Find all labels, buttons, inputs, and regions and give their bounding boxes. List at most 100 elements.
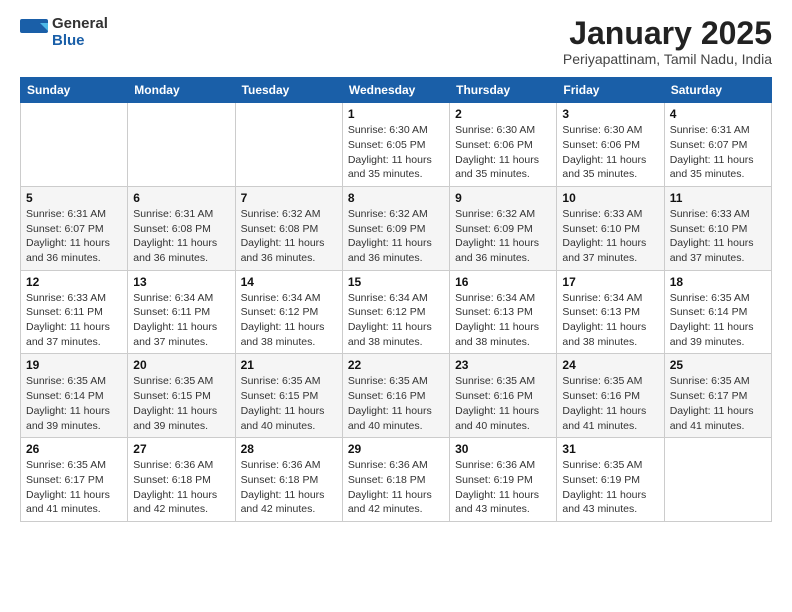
day-info: Sunrise: 6:36 AM Sunset: 6:18 PM Dayligh… (133, 458, 229, 517)
calendar-cell: 14Sunrise: 6:34 AM Sunset: 6:12 PM Dayli… (235, 270, 342, 354)
day-info: Sunrise: 6:35 AM Sunset: 6:15 PM Dayligh… (241, 374, 337, 433)
day-number: 14 (241, 275, 337, 289)
week-row-4: 26 Sunrise: 6:35 AM Sunset: 6:17 PM Dayli… (21, 438, 772, 522)
day-number: 1 (348, 107, 444, 121)
calendar-table: SundayMondayTuesdayWednesdayThursdayFrid… (20, 77, 772, 522)
calendar-cell: 23 Sunrise: 6:35 AM Sunset: 6:16 PM Dayli… (450, 354, 557, 438)
calendar-cell: 13 Sunrise: 6:34 AM Sunset: 6:11 PM Dayli… (128, 270, 235, 354)
day-info: Sunrise: 6:35 AM Sunset: 6:16 PM Dayligh… (455, 374, 551, 433)
day-info: Sunrise: 6:32 AM Sunset: 6:09 PM Dayligh… (348, 207, 444, 266)
calendar-cell: 31 Sunrise: 6:35 AM Sunset: 6:19 PM Dayli… (557, 438, 664, 522)
day-info: Sunrise: 6:36 AM Sunset: 6:18 PM Dayligh… (241, 458, 337, 517)
day-info: Sunrise: 6:32 AM Sunset: 6:09 PM Dayligh… (455, 207, 551, 266)
week-row-0: 1 Sunrise: 6:30 AM Sunset: 6:05 PM Daylig… (21, 103, 772, 187)
week-row-3: 19Sunrise: 6:35 AM Sunset: 6:14 PM Dayli… (21, 354, 772, 438)
day-number: 30 (455, 442, 551, 456)
day-info: Sunrise: 6:34 AM Sunset: 6:13 PM Dayligh… (562, 291, 658, 350)
day-number: 28 (241, 442, 337, 456)
day-info: Sunrise: 6:31 AM Sunset: 6:08 PM Dayligh… (133, 207, 229, 266)
calendar-cell: 3Sunrise: 6:30 AM Sunset: 6:06 PM Daylig… (557, 103, 664, 187)
logo-icon (20, 19, 48, 47)
calendar-cell: 1 Sunrise: 6:30 AM Sunset: 6:05 PM Daylig… (342, 103, 449, 187)
calendar-cell: 20Sunrise: 6:35 AM Sunset: 6:15 PM Dayli… (128, 354, 235, 438)
day-info: Sunrise: 6:30 AM Sunset: 6:06 PM Dayligh… (455, 123, 551, 182)
day-number: 4 (670, 107, 766, 121)
day-number: 13 (133, 275, 229, 289)
day-number: 16 (455, 275, 551, 289)
page-header: General Blue January 2025 Periyapattinam… (20, 16, 772, 67)
day-number: 27 (133, 442, 229, 456)
day-number: 8 (348, 191, 444, 205)
location-subtitle: Periyapattinam, Tamil Nadu, India (563, 51, 772, 67)
day-info: Sunrise: 6:35 AM Sunset: 6:16 PM Dayligh… (348, 374, 444, 433)
calendar-cell: 6 Sunrise: 6:31 AM Sunset: 6:08 PM Daylig… (128, 186, 235, 270)
day-number: 25 (670, 358, 766, 372)
calendar-cell: 8 Sunrise: 6:32 AM Sunset: 6:09 PM Daylig… (342, 186, 449, 270)
day-info: Sunrise: 6:35 AM Sunset: 6:14 PM Dayligh… (670, 291, 766, 350)
day-info: Sunrise: 6:33 AM Sunset: 6:11 PM Dayligh… (26, 291, 122, 350)
week-row-1: 5Sunrise: 6:31 AM Sunset: 6:07 PM Daylig… (21, 186, 772, 270)
day-number: 26 (26, 442, 122, 456)
calendar-cell: 12 Sunrise: 6:33 AM Sunset: 6:11 PM Dayli… (21, 270, 128, 354)
day-info: Sunrise: 6:30 AM Sunset: 6:05 PM Dayligh… (348, 123, 444, 182)
calendar-cell: 30 Sunrise: 6:36 AM Sunset: 6:19 PM Dayli… (450, 438, 557, 522)
day-info: Sunrise: 6:35 AM Sunset: 6:17 PM Dayligh… (670, 374, 766, 433)
day-number: 22 (348, 358, 444, 372)
calendar-cell: 16 Sunrise: 6:34 AM Sunset: 6:13 PM Dayli… (450, 270, 557, 354)
day-number: 18 (670, 275, 766, 289)
calendar-cell: 27 Sunrise: 6:36 AM Sunset: 6:18 PM Dayli… (128, 438, 235, 522)
month-title: January 2025 (563, 16, 772, 51)
header-monday: Monday (128, 78, 235, 103)
day-info: Sunrise: 6:35 AM Sunset: 6:15 PM Dayligh… (133, 374, 229, 433)
header-saturday: Saturday (664, 78, 771, 103)
header-sunday: Sunday (21, 78, 128, 103)
day-info: Sunrise: 6:33 AM Sunset: 6:10 PM Dayligh… (670, 207, 766, 266)
header-thursday: Thursday (450, 78, 557, 103)
calendar-cell (664, 438, 771, 522)
day-info: Sunrise: 6:32 AM Sunset: 6:08 PM Dayligh… (241, 207, 337, 266)
calendar-cell: 18 Sunrise: 6:35 AM Sunset: 6:14 PM Dayli… (664, 270, 771, 354)
day-number: 17 (562, 275, 658, 289)
logo: General Blue (20, 16, 108, 49)
day-number: 9 (455, 191, 551, 205)
day-info: Sunrise: 6:34 AM Sunset: 6:13 PM Dayligh… (455, 291, 551, 350)
calendar-cell: 7 Sunrise: 6:32 AM Sunset: 6:08 PM Daylig… (235, 186, 342, 270)
calendar-cell: 19Sunrise: 6:35 AM Sunset: 6:14 PM Dayli… (21, 354, 128, 438)
day-number: 23 (455, 358, 551, 372)
calendar-cell: 9 Sunrise: 6:32 AM Sunset: 6:09 PM Daylig… (450, 186, 557, 270)
header-friday: Friday (557, 78, 664, 103)
day-info: Sunrise: 6:34 AM Sunset: 6:12 PM Dayligh… (348, 291, 444, 350)
day-info: Sunrise: 6:33 AM Sunset: 6:10 PM Dayligh… (562, 207, 658, 266)
logo-blue-text: Blue (52, 33, 108, 50)
day-info: Sunrise: 6:31 AM Sunset: 6:07 PM Dayligh… (670, 123, 766, 182)
day-info: Sunrise: 6:35 AM Sunset: 6:19 PM Dayligh… (562, 458, 658, 517)
calendar-cell: 24Sunrise: 6:35 AM Sunset: 6:16 PM Dayli… (557, 354, 664, 438)
title-block: January 2025 Periyapattinam, Tamil Nadu,… (563, 16, 772, 67)
logo-general-text: General (52, 16, 108, 33)
calendar-cell: 25 Sunrise: 6:35 AM Sunset: 6:17 PM Dayli… (664, 354, 771, 438)
calendar-cell: 28 Sunrise: 6:36 AM Sunset: 6:18 PM Dayli… (235, 438, 342, 522)
calendar-cell: 10 Sunrise: 6:33 AM Sunset: 6:10 PM Dayli… (557, 186, 664, 270)
calendar-cell: 22 Sunrise: 6:35 AM Sunset: 6:16 PM Dayli… (342, 354, 449, 438)
day-number: 31 (562, 442, 658, 456)
day-info: Sunrise: 6:36 AM Sunset: 6:19 PM Dayligh… (455, 458, 551, 517)
calendar-cell (235, 103, 342, 187)
day-number: 12 (26, 275, 122, 289)
day-number: 10 (562, 191, 658, 205)
day-number: 15 (348, 275, 444, 289)
day-number: 2 (455, 107, 551, 121)
day-info: Sunrise: 6:36 AM Sunset: 6:18 PM Dayligh… (348, 458, 444, 517)
calendar-cell: 11Sunrise: 6:33 AM Sunset: 6:10 PM Dayli… (664, 186, 771, 270)
day-number: 24 (562, 358, 658, 372)
day-info: Sunrise: 6:34 AM Sunset: 6:11 PM Dayligh… (133, 291, 229, 350)
day-number: 6 (133, 191, 229, 205)
day-info: Sunrise: 6:31 AM Sunset: 6:07 PM Dayligh… (26, 207, 122, 266)
calendar-cell (21, 103, 128, 187)
calendar-cell: 2 Sunrise: 6:30 AM Sunset: 6:06 PM Daylig… (450, 103, 557, 187)
calendar-cell: 21Sunrise: 6:35 AM Sunset: 6:15 PM Dayli… (235, 354, 342, 438)
day-info: Sunrise: 6:30 AM Sunset: 6:06 PM Dayligh… (562, 123, 658, 182)
day-info: Sunrise: 6:35 AM Sunset: 6:17 PM Dayligh… (26, 458, 122, 517)
calendar-cell: 29Sunrise: 6:36 AM Sunset: 6:18 PM Dayli… (342, 438, 449, 522)
calendar-cell: 15 Sunrise: 6:34 AM Sunset: 6:12 PM Dayli… (342, 270, 449, 354)
day-number: 7 (241, 191, 337, 205)
